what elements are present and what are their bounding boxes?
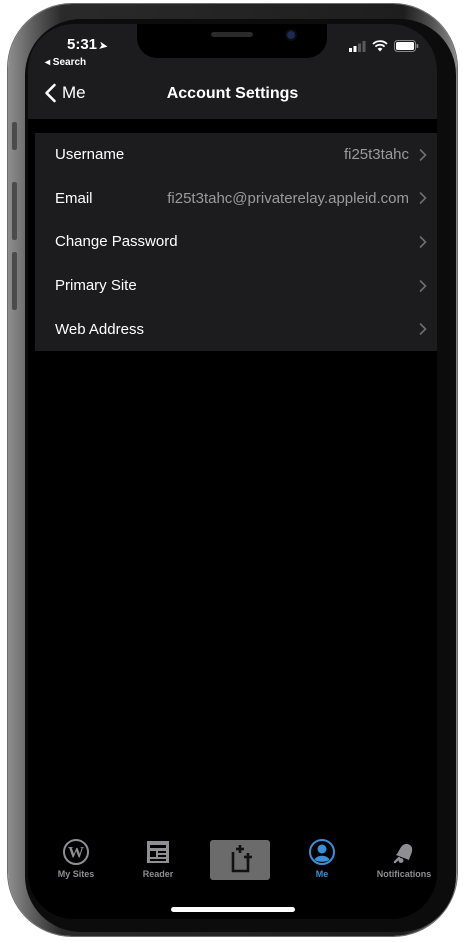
chevron-right-icon [419, 236, 427, 248]
volume-down-button [12, 252, 17, 310]
chevron-right-icon [419, 192, 427, 205]
status-bar: 5:31➤ ◂ Search [28, 24, 437, 74]
change-password-row[interactable]: Change Password [35, 220, 437, 264]
page-title: Account Settings [166, 85, 299, 102]
web-address-row[interactable]: Web Address [35, 307, 437, 351]
username-value: fi25t3tahc [343, 146, 409, 164]
tab-my-sites-label: My Sites [57, 869, 95, 879]
mute-switch [12, 122, 17, 150]
tab-notifications-label: Notifications [376, 869, 432, 879]
chevron-right-icon [419, 279, 427, 292]
tab-notifications[interactable]: Notifications [364, 838, 437, 879]
tab-reader-label: Reader [142, 869, 174, 879]
reader-icon [147, 841, 169, 863]
me-icon [309, 839, 335, 865]
tab-reader[interactable]: Reader [118, 838, 198, 879]
account-settings-list: Username fi25t3tahc Email fi25t3tahc@pri… [35, 133, 437, 351]
chevron-right-icon [419, 323, 427, 335]
svg-text:W: W [68, 845, 84, 862]
email-value: fi25t3tahc@privaterelay.appleid.com [167, 189, 409, 207]
primary-site-row[interactable]: Primary Site [35, 264, 437, 308]
change-password-label: Change Password [55, 233, 178, 251]
location-arrow-icon: ➤ [98, 40, 109, 53]
email-row[interactable]: Email fi25t3tahc@privaterelay.appleid.co… [35, 177, 437, 221]
status-icons [349, 40, 419, 52]
new-post-button[interactable] [210, 840, 270, 880]
wifi-icon [372, 40, 388, 52]
front-camera [287, 31, 295, 39]
bell-icon [393, 844, 413, 864]
username-label: Username [55, 146, 125, 164]
email-label: Email [55, 189, 93, 207]
screen: 5:31➤ ◂ Search Me Account Settings Usern… [28, 24, 437, 919]
speaker-grille [211, 32, 253, 37]
username-row[interactable]: Username fi25t3tahc [35, 133, 437, 177]
wordpress-icon: W [63, 839, 89, 865]
primary-site-label: Primary Site [55, 277, 137, 295]
notch [137, 24, 327, 58]
volume-up-button [12, 182, 17, 240]
tab-me-label: Me [315, 869, 329, 879]
web-address-label: Web Address [55, 320, 144, 338]
new-post-icon [231, 845, 252, 873]
chevron-right-icon [419, 148, 427, 161]
tab-my-sites[interactable]: W My Sites [36, 838, 116, 879]
back-to-app-link[interactable]: ◂ Search [45, 57, 86, 68]
status-time-text: 5:31 [67, 36, 98, 53]
tab-me[interactable]: Me [282, 838, 362, 879]
home-indicator[interactable] [171, 907, 295, 912]
status-time: 5:31➤ [67, 36, 109, 53]
cellular-signal-icon [349, 40, 366, 52]
battery-icon [394, 40, 419, 52]
navigation-bar: Me Account Settings [28, 74, 437, 119]
